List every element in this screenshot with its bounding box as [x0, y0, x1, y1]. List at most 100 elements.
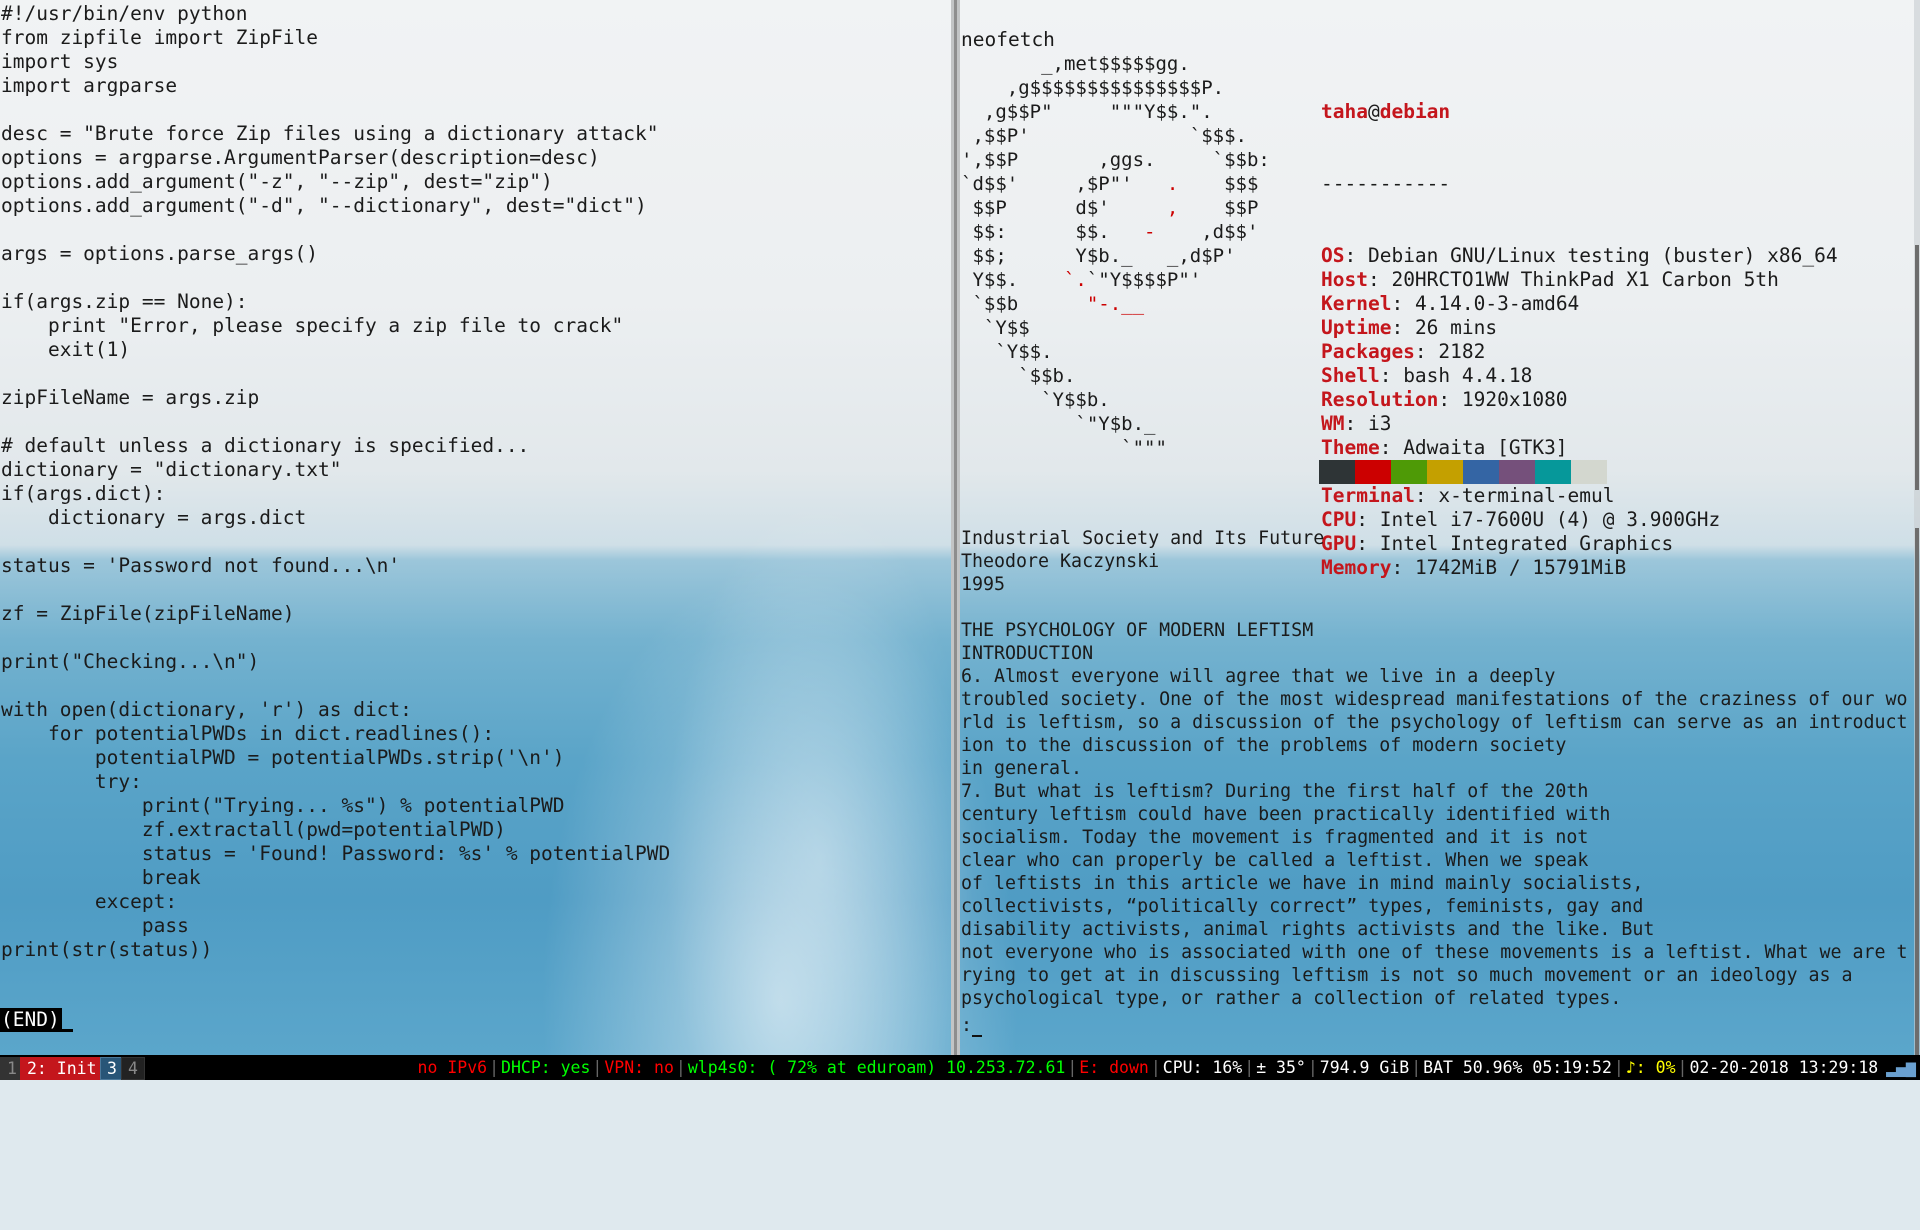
code-line: desc = "Brute force Zip files using a di…	[1, 122, 659, 145]
terminal-right[interactable]: neofetch _,met$$$$$gg. ,g$$$$$$$$$$$$$$$…	[960, 0, 1914, 1055]
hostname: debian	[1379, 100, 1451, 123]
document-line: INTRODUCTION	[961, 643, 1094, 664]
code-line: zipFileName = args.zip	[1, 386, 260, 409]
code-line: #!/usr/bin/env python	[1, 2, 248, 25]
code-line: from zipfile import ZipFile	[1, 26, 318, 49]
sysinfo-colon: :	[1344, 412, 1368, 435]
sysinfo-value: i3	[1367, 412, 1392, 435]
date-time: 02-20-2018 13:29:18	[1689, 1058, 1879, 1077]
code-line: print(str(status))	[1, 938, 213, 961]
code-line: options = argparse.ArgumentParser(descri…	[1, 146, 600, 169]
volume-status: ♪: 0%	[1625, 1058, 1676, 1077]
sysinfo-row: Theme: Adwaita [GTK3]	[1321, 436, 1838, 460]
palette-swatch	[1463, 460, 1499, 484]
username: taha	[1321, 100, 1368, 123]
sysinfo-label: Theme	[1321, 436, 1380, 459]
sysinfo-value: 2182	[1438, 340, 1486, 363]
code-line: dictionary = "dictionary.txt"	[1, 458, 342, 481]
info-separator: -----------	[1321, 172, 1451, 195]
sysinfo-colon: :	[1344, 244, 1368, 267]
sysinfo-colon: :	[1379, 436, 1404, 459]
document-line: in general.	[961, 758, 1083, 779]
wifi-status: wlp4s0: ( 72% at eduroam) 10.253.72.61	[687, 1058, 1066, 1077]
document-line: psychological type, or rather a collecti…	[961, 988, 1622, 1009]
sysinfo-row: Packages: 2182	[1321, 340, 1838, 364]
pager-document: Industrial Society and Its Future Theodor…	[961, 527, 1911, 1010]
sysinfo-label: Host	[1321, 268, 1368, 291]
palette-swatch	[1319, 460, 1355, 484]
code-line: print("Trying... %s") % potentialPWD	[1, 794, 565, 817]
code-line: if(args.zip == None):	[1, 290, 248, 313]
scrollbar-thumb-lower[interactable]	[1915, 528, 1919, 1055]
document-line: 1995	[961, 574, 1006, 595]
sysinfo-value: bash 4.4.18	[1403, 364, 1533, 387]
terminal-left[interactable]: #!/usr/bin/env python from zipfile import…	[0, 0, 951, 1055]
code-line: zf = ZipFile(zipFileName)	[1, 602, 295, 625]
pager-prompt[interactable]: :	[961, 1014, 983, 1037]
scrollbar-thumb-upper[interactable]	[1915, 245, 1919, 490]
cpu-usage: CPU: 16%	[1162, 1058, 1243, 1077]
pager-cursor	[972, 1035, 983, 1037]
code-line: options.add_argument("-z", "--zip", dest…	[1, 170, 553, 193]
code-line: with open(dictionary, 'r') as dict:	[1, 698, 412, 721]
command-line: neofetch	[961, 28, 1055, 51]
network-signal-icon: ▂▄▆	[1886, 1058, 1916, 1077]
disk-free: 794.9 GiB	[1319, 1058, 1410, 1077]
status-blocks: no IPv6 | DHCP: yes | VPN: no | wlp4s0: ( 7…	[418, 1055, 1916, 1080]
sysinfo-row: Uptime: 26 mins	[1321, 316, 1838, 340]
code-line: try:	[1, 770, 142, 793]
sysinfo-colon: :	[1391, 292, 1415, 315]
code-line: pass	[1, 914, 189, 937]
sysinfo-label: Packages	[1321, 340, 1415, 363]
document-line: rying to get at in discussing leftism is…	[961, 965, 1853, 986]
sysinfo-label: Shell	[1321, 364, 1380, 387]
sysinfo-colon: :	[1414, 484, 1439, 507]
sysinfo-row: Terminal: x-terminal-emul	[1321, 484, 1838, 508]
workspace-2-init-button[interactable]: 2: Init	[20, 1057, 104, 1080]
sysinfo-label: WM	[1321, 412, 1345, 435]
code-line: status = 'Password not found...\n'	[1, 554, 401, 577]
code-line: import sys	[1, 50, 119, 73]
sysinfo-row: Host: 20HRCTO1WW ThinkPad X1 Carbon 5th	[1321, 268, 1838, 292]
cursor	[62, 1029, 73, 1032]
debian-logo-ascii-art: _,met$$$$$gg. ,g$$$$$$$$$$$$$$$P. ,g$$P"…	[961, 53, 1270, 459]
code-line: dictionary = args.dict	[1, 506, 307, 529]
document-line: troubled society. One of the most widesp…	[961, 689, 1908, 710]
sysinfo-value: x-terminal-emul	[1438, 484, 1615, 507]
code-line: except:	[1, 890, 178, 913]
code-line: args = options.parse_args()	[1, 242, 318, 265]
code-line: print("Checking...\n")	[1, 650, 260, 673]
sysinfo-colon: :	[1379, 364, 1404, 387]
sysinfo-value: 20HRCTO1WW ThinkPad X1 Carbon 5th	[1391, 268, 1779, 291]
document-line: century leftism could have been practica…	[961, 804, 1611, 825]
palette-swatch	[1355, 460, 1391, 484]
document-line: 6. Almost everyone will agree that we li…	[961, 666, 1556, 687]
document-line: disability activists, animal rights acti…	[961, 919, 1655, 940]
user-host-line: taha@debian	[1321, 100, 1838, 124]
code-line: if(args.dict):	[1, 482, 166, 505]
document-line: of leftists in this article we have in m…	[961, 873, 1644, 894]
document-line: rld is leftism, so a discussion of the p…	[961, 712, 1908, 733]
code-line: options.add_argument("-d", "--dictionary…	[1, 194, 647, 217]
code-line: potentialPWD = potentialPWDs.strip('\n')	[1, 746, 565, 769]
sysinfo-row: WM: i3	[1321, 412, 1838, 436]
palette-swatch	[1535, 460, 1571, 484]
document-line: socialism. Today the movement is fragmen…	[961, 827, 1589, 848]
sysinfo-row: Kernel: 4.14.0-3-amd64	[1321, 292, 1838, 316]
battery-status: BAT 50.96% 05:19:52	[1423, 1058, 1612, 1077]
document-line: 7. But what is leftism? During the first…	[961, 781, 1589, 802]
code-line: break	[1, 866, 201, 889]
palette-swatch	[1391, 460, 1427, 484]
workspace-4-button[interactable]: 4	[121, 1057, 145, 1080]
pane-divider-line	[954, 0, 957, 1055]
cpu-temperature: ± 35°	[1256, 1058, 1306, 1077]
